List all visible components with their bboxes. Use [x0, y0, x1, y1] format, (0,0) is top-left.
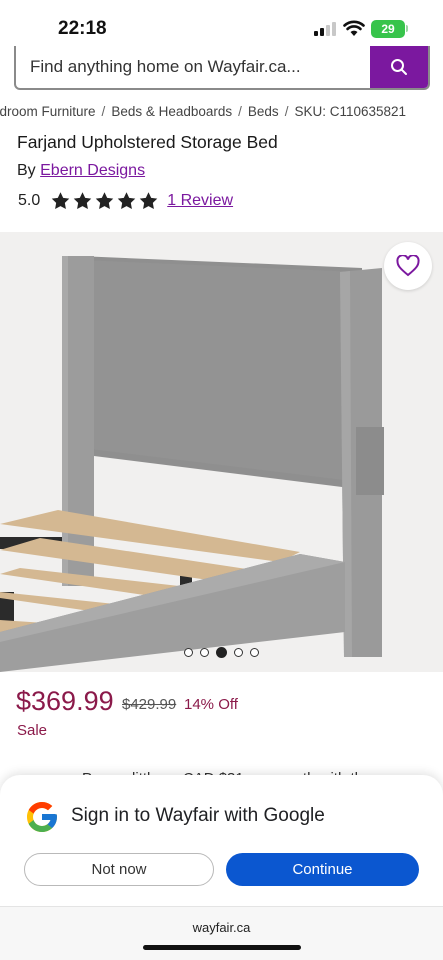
heart-icon: [396, 255, 420, 277]
product-title: Farjand Upholstered Storage Bed: [17, 132, 278, 152]
carousel-dot[interactable]: [200, 648, 209, 657]
by-label: By: [17, 162, 36, 179]
url-text: wayfair.ca: [192, 920, 251, 935]
discount-label: 14% Off: [184, 696, 238, 713]
google-signin-title: Sign in to Wayfair with Google: [71, 805, 325, 826]
carousel-dot-active[interactable]: [216, 647, 227, 658]
star-icon: [140, 192, 158, 209]
cellular-signal-icon: [314, 22, 338, 36]
battery-nub: [406, 25, 408, 32]
carousel-dot[interactable]: [184, 648, 193, 657]
not-now-button[interactable]: Not now: [24, 853, 214, 886]
favorite-button[interactable]: [384, 242, 432, 290]
home-indicator[interactable]: [143, 945, 301, 950]
breadcrumb-bedroom-furniture[interactable]: edroom Furniture: [0, 104, 96, 119]
breadcrumb-beds[interactable]: Beds: [248, 104, 279, 119]
star-icon: [52, 192, 70, 209]
current-price: $369.99: [16, 686, 114, 716]
breadcrumb-beds-headboards[interactable]: Beds & Headboards: [111, 104, 232, 119]
breadcrumb-separator: /: [284, 104, 289, 119]
star-icon: [96, 192, 114, 209]
sku-label: SKU: C110635821: [294, 104, 407, 119]
review-count-link[interactable]: 1 Review: [167, 192, 233, 210]
rating-summary: 5.0 1 Review: [18, 190, 233, 212]
breadcrumb-separator: /: [238, 104, 242, 119]
product-image[interactable]: [0, 232, 443, 672]
sale-label: Sale: [17, 722, 48, 739]
rating-value: 5.0: [18, 192, 41, 209]
star-icon: [118, 192, 136, 209]
google-logo-icon: [27, 802, 57, 832]
star-icon: [74, 192, 92, 209]
bed-illustration: [0, 256, 384, 672]
carousel-dot[interactable]: [234, 648, 243, 657]
carousel-dot[interactable]: [250, 648, 259, 657]
search-bar: [14, 46, 430, 90]
wifi-icon: [343, 20, 365, 36]
breadcrumb-separator: /: [101, 104, 106, 119]
status-time: 22:18: [58, 18, 107, 39]
brand-line: By Ebern Designs: [17, 162, 145, 180]
search-button[interactable]: [370, 46, 428, 88]
search-input[interactable]: [30, 46, 370, 88]
carousel-indicator: [184, 647, 259, 658]
battery-icon: 29: [371, 20, 405, 38]
breadcrumb: edroom Furniture / Beds & Headboards / Beds /…: [0, 102, 443, 122]
original-price: $429.99: [122, 696, 177, 713]
search-icon: [391, 59, 407, 75]
brand-link[interactable]: Ebern Designs: [40, 162, 145, 179]
continue-button[interactable]: Continue: [226, 853, 419, 886]
browser-url-bar[interactable]: wayfair.ca: [0, 906, 443, 960]
star-rating: [50, 191, 159, 211]
